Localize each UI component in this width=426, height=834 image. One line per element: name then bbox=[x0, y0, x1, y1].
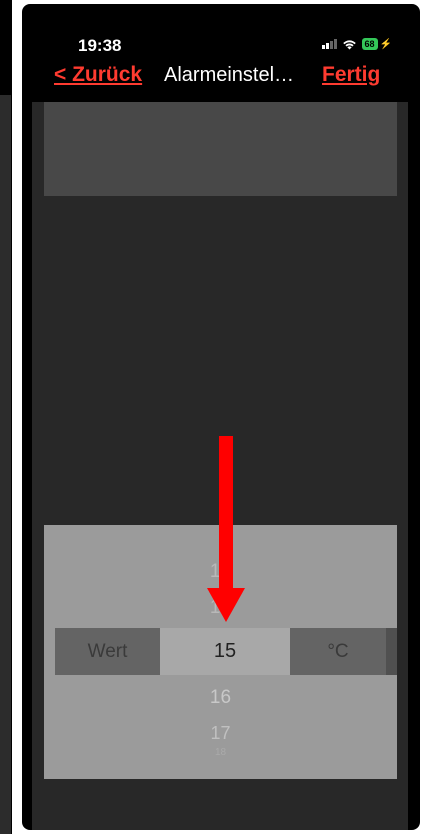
down-arrow-icon bbox=[207, 436, 245, 622]
settings-panel bbox=[44, 102, 397, 196]
signal-icon bbox=[321, 39, 337, 49]
picker-option[interactable]: 16 bbox=[44, 687, 397, 709]
status-icons: 68 ⚡ bbox=[321, 37, 392, 51]
wifi-icon bbox=[342, 39, 357, 50]
previous-screen-content bbox=[0, 95, 11, 834]
phone-screen: 19:38 68 ⚡ < Zurück Alarmeinstel… Fertig… bbox=[22, 4, 420, 830]
picker-option[interactable]: 17 bbox=[44, 723, 397, 744]
back-button[interactable]: < Zurück bbox=[54, 63, 142, 87]
picker-selection-band: Wert 15 °C bbox=[44, 628, 397, 675]
picker-selected-value[interactable]: 15 bbox=[160, 628, 290, 675]
picker-option[interactable]: 18 bbox=[44, 747, 397, 758]
battery-icon: 68 bbox=[361, 38, 378, 50]
picker-label: Wert bbox=[55, 628, 160, 675]
picker-unit: °C bbox=[290, 628, 386, 675]
done-button[interactable]: Fertig bbox=[322, 63, 380, 87]
previous-screen-edge bbox=[0, 0, 12, 834]
status-time: 19:38 bbox=[78, 36, 122, 55]
navigation-bar: < Zurück Alarmeinstel… Fertig bbox=[22, 62, 420, 98]
status-bar: 19:38 68 ⚡ bbox=[22, 4, 420, 60]
charging-icon: ⚡ bbox=[379, 38, 392, 50]
page-title: Alarmeinstel… bbox=[164, 64, 295, 86]
picker-edge bbox=[386, 628, 397, 675]
